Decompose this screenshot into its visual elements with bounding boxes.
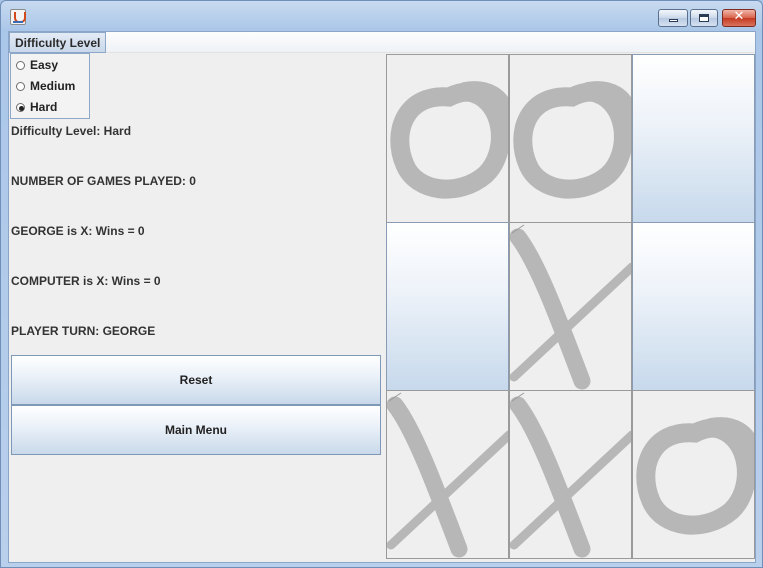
board-cell-2-2[interactable] bbox=[632, 390, 755, 559]
close-button[interactable]: ✕ bbox=[722, 9, 756, 27]
o-mark-icon bbox=[513, 81, 631, 199]
board-cell-2-1[interactable] bbox=[509, 390, 632, 559]
x-mark-icon bbox=[510, 392, 631, 558]
radio-button-icon bbox=[16, 60, 25, 70]
minimize-button[interactable] bbox=[658, 9, 688, 27]
minimize-icon bbox=[669, 19, 678, 22]
board-cell-0-2[interactable] bbox=[632, 54, 755, 223]
radio-medium[interactable]: Medium bbox=[16, 77, 75, 95]
title-bar[interactable]: ✕ bbox=[1, 1, 762, 31]
radio-easy[interactable]: Easy bbox=[16, 56, 58, 74]
x-mark-icon bbox=[387, 392, 508, 558]
menu-difficulty-level[interactable]: Difficulty Level bbox=[9, 32, 107, 53]
content-pane: Difficulty Level Easy Medium Hard Diffic… bbox=[8, 31, 756, 563]
app-window: ✕ Difficulty Level Easy Medium Hard Diff… bbox=[0, 0, 763, 568]
maximize-icon bbox=[699, 14, 709, 22]
radio-button-icon bbox=[16, 81, 25, 91]
radio-label: Medium bbox=[30, 79, 76, 93]
player-turn-label: PLAYER TURN: GEORGE bbox=[11, 324, 156, 338]
x-mark-icon bbox=[510, 224, 631, 390]
board-cell-2-0[interactable] bbox=[386, 390, 509, 559]
reset-button[interactable]: Reset bbox=[11, 355, 381, 405]
java-icon bbox=[10, 9, 26, 25]
player-wins-label: GEORGE is X: Wins = 0 bbox=[11, 224, 145, 238]
o-mark-icon bbox=[636, 417, 754, 535]
games-played-label: NUMBER OF GAMES PLAYED: 0 bbox=[11, 174, 196, 188]
board-cell-1-0[interactable] bbox=[386, 222, 509, 391]
difficulty-dropdown: Easy Medium Hard bbox=[10, 53, 90, 119]
close-icon: ✕ bbox=[733, 9, 745, 24]
board-cell-0-0[interactable] bbox=[386, 54, 509, 223]
o-mark-icon bbox=[390, 81, 508, 199]
radio-label: Hard bbox=[30, 100, 58, 114]
board-cell-0-1[interactable] bbox=[509, 54, 632, 223]
board-cell-1-1[interactable] bbox=[509, 222, 632, 391]
radio-label: Easy bbox=[30, 58, 59, 72]
radio-button-selected-icon bbox=[16, 102, 25, 112]
maximize-button[interactable] bbox=[690, 9, 718, 27]
difficulty-status: Difficulty Level: Hard bbox=[11, 124, 132, 138]
game-board bbox=[386, 54, 755, 562]
main-menu-button[interactable]: Main Menu bbox=[11, 405, 381, 455]
board-cell-1-2[interactable] bbox=[632, 222, 755, 391]
menu-bar: Difficulty Level bbox=[9, 32, 755, 53]
radio-hard[interactable]: Hard bbox=[16, 98, 57, 116]
computer-wins-label: COMPUTER is X: Wins = 0 bbox=[11, 274, 161, 288]
status-panel: Difficulty Level: Hard NUMBER OF GAMES P… bbox=[9, 54, 383, 564]
